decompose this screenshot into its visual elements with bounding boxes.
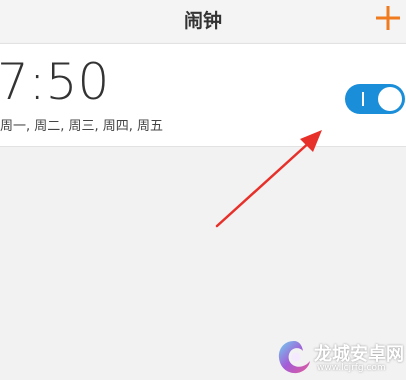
watermark: 龙城安卓网 www.lcjrfg.com bbox=[276, 338, 404, 378]
page-title: 闹钟 bbox=[183, 10, 222, 32]
alarm-list-item[interactable]: 7:50 周一, 周二, 周三, 周四, 周五 bbox=[0, 43, 406, 147]
alarm-enable-toggle[interactable] bbox=[345, 84, 405, 114]
header-bar: 闹钟 bbox=[0, 0, 406, 42]
plus-icon bbox=[376, 6, 400, 30]
alarm-repeat-days: 周一, 周二, 周三, 周四, 周五 bbox=[0, 119, 164, 134]
dragon-logo-icon bbox=[278, 341, 310, 374]
add-alarm-button[interactable] bbox=[374, 4, 402, 32]
alarm-time: 7:50 bbox=[0, 53, 110, 111]
watermark-url: www.lcjrfg.com bbox=[317, 363, 386, 373]
toggle-knob bbox=[378, 87, 402, 111]
toggle-on-mark bbox=[362, 92, 364, 106]
